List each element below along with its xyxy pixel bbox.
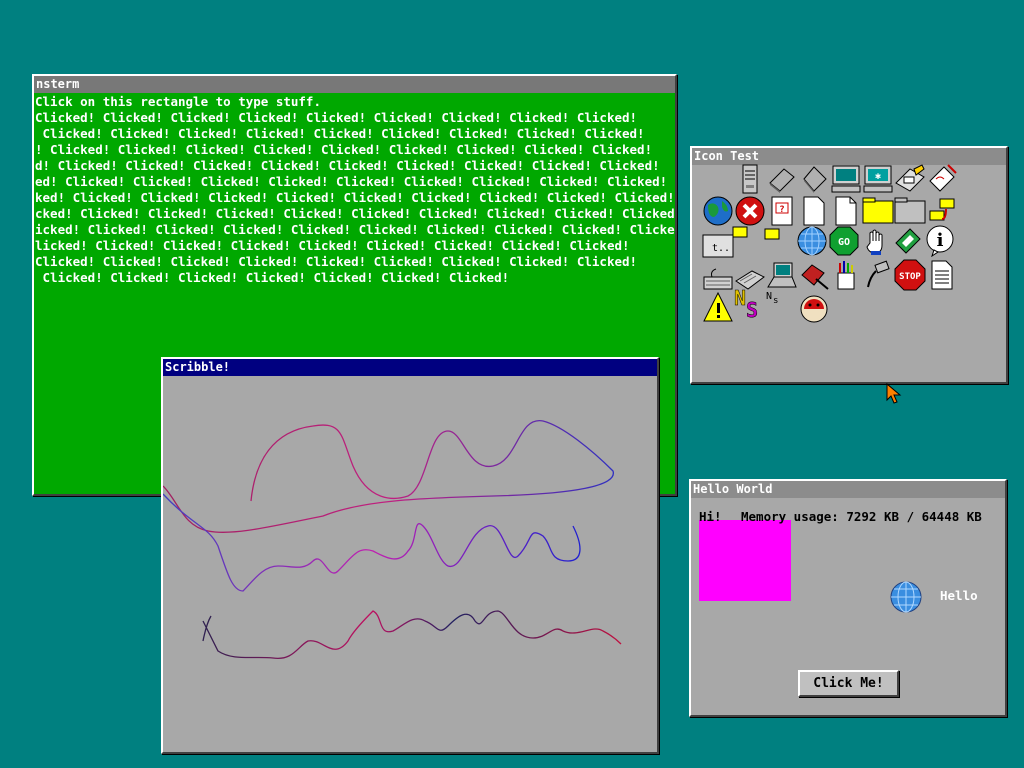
- go-button-icon[interactable]: GO: [828, 225, 860, 257]
- folder-gray-icon[interactable]: [894, 195, 926, 227]
- server-icon[interactable]: [734, 163, 766, 195]
- hello-label: Hello: [940, 588, 978, 603]
- nsterm-titlebar[interactable]: nsterm: [34, 76, 675, 93]
- svg-text:?: ?: [779, 205, 784, 215]
- warning-triangle-icon[interactable]: [702, 291, 734, 323]
- plug-connector-icon[interactable]: [862, 259, 894, 291]
- small-folder-icon[interactable]: [764, 225, 780, 241]
- letter-n-icon[interactable]: NS: [732, 287, 764, 319]
- magenta-box: [699, 520, 791, 601]
- scribble-window[interactable]: Scribble!: [161, 357, 659, 754]
- computer-network-icon[interactable]: ✱: [862, 163, 894, 195]
- svg-text:s: s: [773, 296, 778, 306]
- scribble-drawing: [163, 420, 622, 659]
- svg-text:S: S: [746, 298, 758, 319]
- terminal-line: d! Clicked! Clicked! Clicked! Clicked! C…: [35, 158, 660, 173]
- scribble-canvas[interactable]: [163, 376, 657, 752]
- help-document-icon[interactable]: ?: [766, 195, 798, 227]
- hello-world-titlebar[interactable]: Hello World: [691, 481, 1005, 498]
- scribble-titlebar[interactable]: Scribble!: [163, 359, 657, 376]
- hand-pointer-icon[interactable]: [860, 225, 892, 257]
- icon-test-window[interactable]: Icon Test ✱ ? t.. GO i STOP N S N s: [690, 146, 1008, 384]
- cpu-chip-icon[interactable]: [798, 163, 830, 195]
- up-folder-icon[interactable]: t..: [702, 229, 734, 261]
- sphere-globe-icon[interactable]: [796, 225, 828, 257]
- book-install-icon[interactable]: [892, 225, 924, 257]
- terminal-line: Clicked! Clicked! Clicked! Clicked! Clic…: [35, 110, 638, 125]
- hello-world-window[interactable]: Hello World Hi! Memory usage: 7292 KB / …: [689, 479, 1007, 717]
- computer-icon[interactable]: [830, 163, 862, 195]
- icon-grid: ✱ ? t.. GO i STOP NS Ns: [692, 163, 1006, 382]
- terminal-line: ! Clicked! Clicked! Clicked! Clicked! Cl…: [35, 142, 653, 157]
- terminal-line: licked! Clicked! Clicked! Clicked! Click…: [35, 238, 630, 253]
- svg-text:N: N: [734, 287, 746, 310]
- go-label: GO: [838, 237, 850, 248]
- ns-logo-icon[interactable]: Ns: [764, 287, 796, 319]
- info-balloon-icon[interactable]: i: [924, 225, 956, 257]
- pen-pad-icon[interactable]: [894, 163, 926, 195]
- stop-label: STOP: [899, 272, 921, 282]
- mouse-cursor-icon: [886, 383, 902, 404]
- svg-text:N: N: [766, 291, 772, 302]
- hi-label: Hi!: [699, 509, 722, 524]
- terminal-line: ked! Clicked! Clicked! Clicked! Clicked!…: [35, 190, 675, 205]
- globe-icon[interactable]: [702, 195, 734, 227]
- folder-yellow-icon[interactable]: [862, 195, 894, 227]
- stop-sign-icon[interactable]: STOP: [894, 259, 926, 291]
- blank-document-icon[interactable]: [830, 195, 862, 227]
- book-pen-icon[interactable]: [798, 259, 830, 291]
- terminal-line: cked! Clicked! Clicked! Clicked! Clicked…: [35, 206, 675, 221]
- small-folder-icon[interactable]: [732, 223, 748, 239]
- folder-stack-icon[interactable]: [926, 195, 958, 227]
- terminal-line: Clicked! Clicked! Clicked! Clicked! Clic…: [35, 254, 638, 269]
- terminal-line: Clicked! Clicked! Clicked! Clicked! Clic…: [35, 126, 645, 141]
- pencils-cup-icon[interactable]: [830, 259, 862, 291]
- text-document-icon[interactable]: [926, 259, 958, 291]
- cpu-chip-icon[interactable]: [766, 163, 798, 195]
- keyboard-icon[interactable]: [702, 261, 734, 293]
- memory-usage-label: Memory usage: 7292 KB / 64448 KB: [741, 509, 982, 524]
- globe-icon: [890, 581, 922, 613]
- tag-certificate-icon[interactable]: [926, 163, 958, 195]
- mouse-ladybug-icon[interactable]: [798, 293, 830, 325]
- hello-world-body: Hi! Memory usage: 7292 KB / 64448 KB Hel…: [691, 498, 1005, 715]
- svg-text:✱: ✱: [875, 171, 881, 182]
- terminal-line: Clicked! Clicked! Clicked! Clicked! Clic…: [35, 270, 510, 285]
- svg-text:t..: t..: [712, 243, 730, 254]
- click-me-button[interactable]: Click Me!: [798, 670, 899, 697]
- svg-text:i: i: [937, 230, 944, 251]
- terminal-line: ed! Clicked! Clicked! Clicked! Clicked! …: [35, 174, 668, 189]
- blank-document-icon[interactable]: [798, 195, 830, 227]
- terminal-line: icked! Clicked! Clicked! Clicked! Clicke…: [35, 222, 675, 237]
- terminal-line: Click on this rectangle to type stuff.: [35, 94, 321, 109]
